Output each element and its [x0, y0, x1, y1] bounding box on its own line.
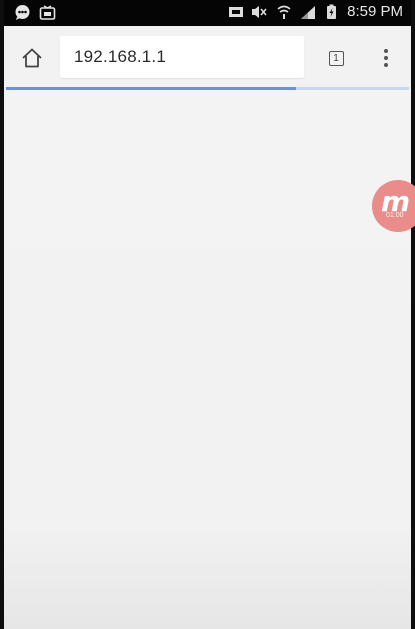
tab-count-icon: 1 [328, 50, 344, 66]
wifi-icon [275, 3, 292, 20]
chat-bubble-icon [14, 4, 31, 21]
menu-dot-icon [384, 63, 388, 67]
screen-edge-left [0, 0, 4, 629]
screen-recorder-bubble[interactable]: m 01:00 [372, 180, 415, 232]
tab-count: 1 [333, 52, 339, 64]
status-time: 8:59 PM [347, 3, 403, 20]
menu-dot-icon [384, 49, 388, 53]
address-bar[interactable]: 192.168.1.1 [60, 36, 304, 78]
recorder-timer: 01:00 [386, 212, 404, 219]
cast-icon [39, 4, 56, 21]
home-button[interactable] [18, 44, 46, 72]
browser-toolbar: 192.168.1.1 1 [0, 26, 415, 88]
signal-icon [299, 3, 316, 20]
status-left-icons [14, 4, 56, 21]
screenshot-icon [227, 3, 244, 20]
overflow-menu-button[interactable] [376, 44, 396, 72]
home-icon [22, 48, 42, 68]
web-page-content[interactable] [4, 90, 411, 629]
mute-icon [251, 3, 268, 20]
url-text: 192.168.1.1 [74, 47, 167, 66]
menu-dot-icon [384, 56, 388, 60]
phone-screen: 8:59 PM 192.168.1.1 1 m 01:00 [0, 0, 415, 629]
tab-switcher-button[interactable]: 1 [324, 46, 348, 70]
status-bar: 8:59 PM [0, 0, 415, 26]
battery-icon [323, 3, 340, 20]
status-right-icons: 8:59 PM [227, 3, 403, 20]
screen-edge-right [411, 0, 415, 629]
